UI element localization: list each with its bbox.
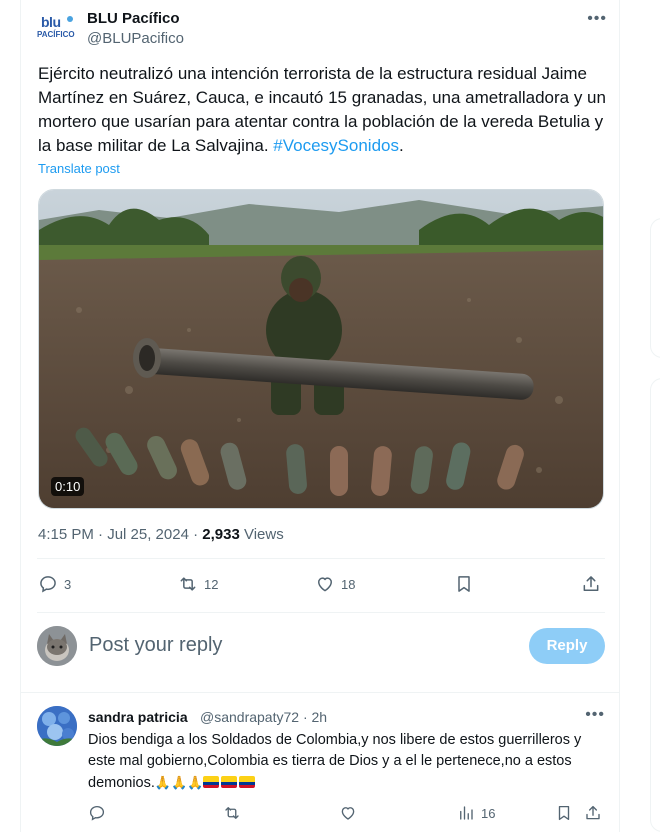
commenter-name[interactable]: sandra patricia [88, 709, 188, 725]
commenter-avatar[interactable] [37, 706, 77, 746]
like-count: 18 [341, 576, 356, 592]
hashtag-link[interactable]: #VocesySonidos [273, 136, 399, 155]
reply-icon [40, 576, 56, 593]
reply-composer: Post your reply Reply [37, 624, 605, 670]
comment-share-action[interactable] [584, 804, 602, 822]
author-avatar[interactable]: blu PACÍFICO [37, 14, 77, 50]
bookmark-icon [458, 576, 470, 592]
repost-count: 12 [204, 576, 219, 592]
flowers-avatar-image [37, 706, 77, 746]
more-options-icon[interactable]: ••• [587, 10, 607, 28]
repost-action[interactable]: 12 [178, 574, 218, 594]
repost-icon [180, 577, 196, 591]
share-action[interactable] [581, 574, 601, 594]
side-panel-edge [650, 218, 660, 358]
bookmark-action[interactable] [454, 574, 474, 594]
reply-input[interactable]: Post your reply [89, 634, 222, 657]
views-label: Views [239, 526, 284, 543]
author-handle[interactable]: @BLUPacifico [87, 30, 184, 47]
post-header: blu PACÍFICO BLU Pacífico @BLUPacifico •… [37, 8, 607, 50]
bookmark-icon [558, 805, 570, 821]
video-thumbnail [39, 190, 603, 508]
comment-reply-action[interactable] [88, 804, 106, 822]
logo-text-top: blu [41, 14, 61, 30]
heart-icon [318, 577, 332, 592]
post-text: Ejército neutralizó una intención terror… [38, 62, 610, 158]
comment-like-action[interactable] [339, 804, 357, 822]
comment-bookmark-action[interactable] [555, 804, 573, 822]
views-icon [460, 806, 473, 820]
share-icon [583, 576, 599, 591]
author-name[interactable]: BLU Pacífico [87, 10, 180, 27]
comment-views-count: 16 [481, 805, 496, 821]
praying-hands-emoji: 🙏🙏🙏 [154, 775, 204, 790]
comment-actions: 16 [88, 804, 605, 824]
commenter-handle[interactable]: @sandrapaty72 · 2h [200, 709, 327, 725]
reply-icon [89, 805, 105, 821]
comment-repost-action[interactable] [223, 804, 241, 822]
like-action[interactable]: 18 [315, 574, 355, 594]
divider [37, 612, 605, 613]
cat-avatar-image [37, 626, 77, 666]
translate-post-link[interactable]: Translate post [38, 161, 120, 176]
comment-text: Dios bendiga a los Soldados de Colombia,… [88, 730, 603, 794]
side-panel-edge [650, 378, 660, 832]
comment-views-action[interactable]: 16 [457, 804, 495, 822]
heart-icon [341, 807, 355, 820]
colombia-flag-icon [203, 775, 257, 791]
post-meta: 4:15 PM · Jul 25, 2024 · 2,933 Views [38, 526, 284, 543]
post-timestamp[interactable]: 4:15 PM · Jul 25, 2024 · [38, 526, 202, 543]
video-player[interactable]: 0:10 [38, 189, 604, 509]
share-icon [586, 805, 600, 820]
reply-action[interactable]: 3 [38, 574, 71, 594]
comment-item[interactable]: sandra patricia @sandrapaty72 · 2h ••• D… [37, 706, 605, 832]
logo-text-bottom: PACÍFICO [37, 30, 75, 39]
post-actions: 3 12 18 [38, 574, 604, 600]
reply-button[interactable]: Reply [529, 628, 605, 664]
divider [21, 692, 619, 693]
current-user-avatar[interactable] [37, 626, 77, 666]
repost-icon [225, 807, 239, 819]
video-duration: 0:10 [51, 477, 85, 496]
reply-count: 3 [64, 576, 72, 592]
comment-more-icon[interactable]: ••• [585, 706, 605, 724]
divider [37, 558, 605, 559]
timeline-column: blu PACÍFICO BLU Pacífico @BLUPacifico •… [20, 0, 620, 832]
views-count: 2,933 [202, 526, 240, 543]
logo-dot-icon [67, 16, 73, 22]
post-text-end: . [399, 136, 404, 155]
